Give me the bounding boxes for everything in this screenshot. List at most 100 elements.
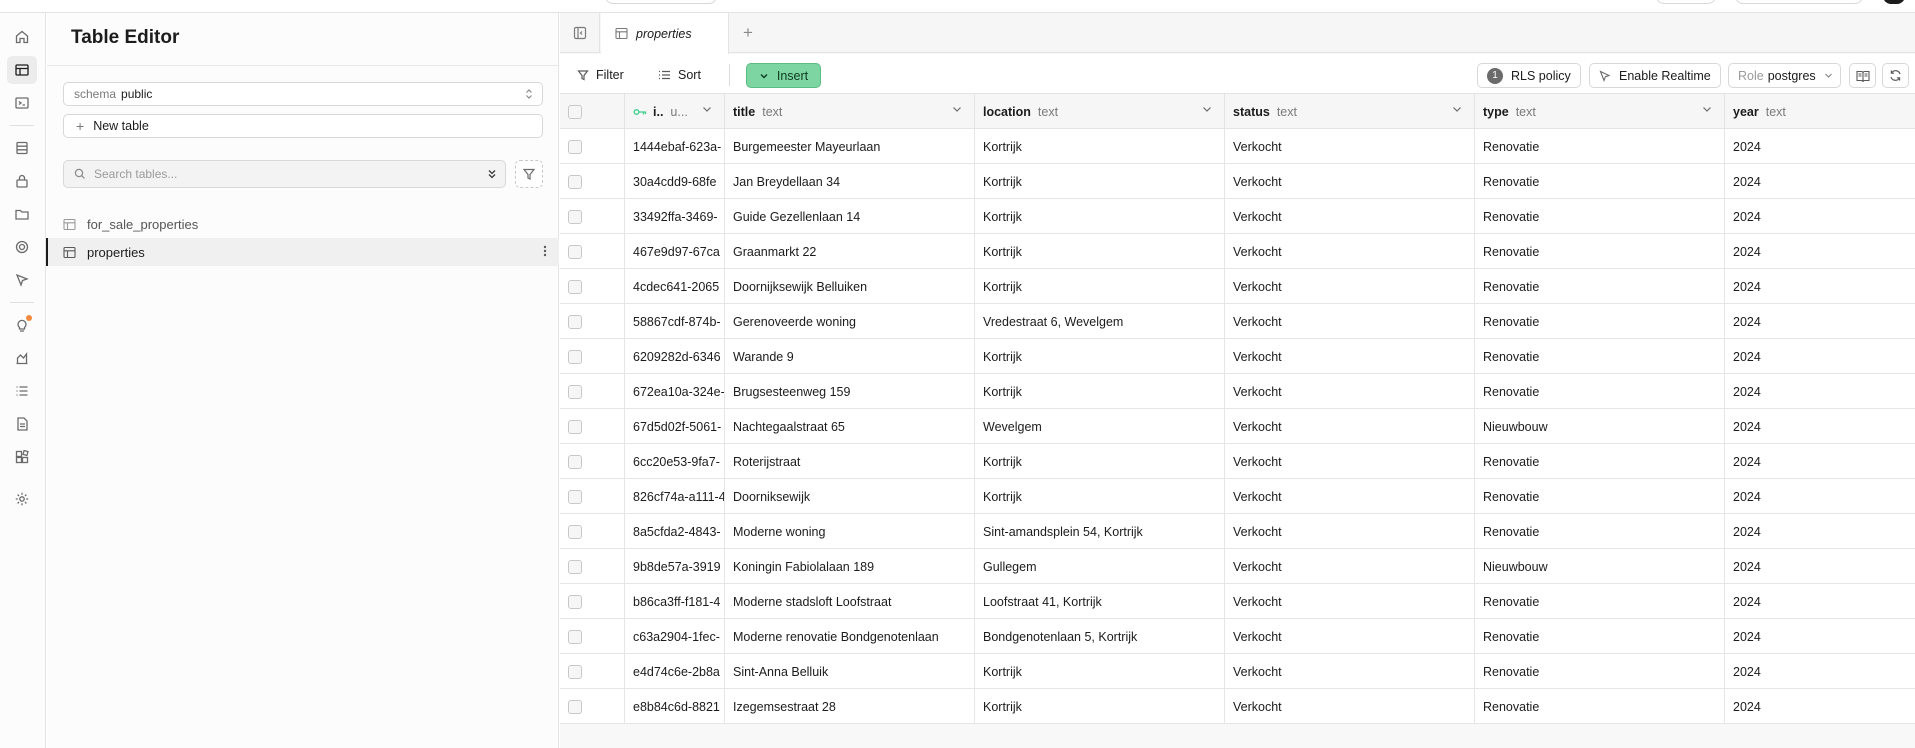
table-row[interactable]: 8a5cfda2-4843- Moderne woning Sint-amandsp… [560, 514, 1915, 549]
cell-title[interactable]: Burgemeester Mayeurlaan [725, 129, 975, 164]
cell-status[interactable]: Verkocht [1225, 689, 1475, 724]
rls-policy-button[interactable]: 1 RLS policy [1477, 63, 1581, 88]
table-row[interactable]: 6cc20e53-9fa7- Roterijstraat Kortrijk Verko… [560, 444, 1915, 479]
table-row[interactable]: 4cdec641-2065 Doornijksewijk Belluiken Kor… [560, 269, 1915, 304]
cell-id[interactable]: 58867cdf-874b- [625, 304, 725, 339]
cell-title[interactable]: Doornijksewijk Belluiken [725, 269, 975, 304]
row-checkbox[interactable] [568, 279, 582, 294]
table-row[interactable]: 67d5d02f-5061- Nachtegaalstraat 65 Wevelge… [560, 409, 1915, 444]
cell-type[interactable]: Renovatie [1475, 689, 1725, 724]
cell-title[interactable]: Roterijstraat [725, 444, 975, 479]
chevrons-down-icon[interactable] [482, 165, 501, 183]
table-row[interactable]: 826cf74a-a111-4 Doorniksewijk Kortrijk Verk… [560, 479, 1915, 514]
role-select[interactable]: Role postgres [1728, 63, 1841, 88]
cell-title[interactable]: Moderne stadsloft Loofstraat [725, 584, 975, 619]
reports-icon[interactable] [7, 344, 37, 372]
cell-year[interactable]: 2024 [1725, 549, 1915, 584]
row-checkbox[interactable] [568, 489, 582, 504]
insert-button[interactable]: Insert [746, 63, 821, 88]
cell-location[interactable]: Kortrijk [975, 234, 1225, 269]
row-checkbox[interactable] [568, 244, 582, 259]
cell-year[interactable]: 2024 [1725, 619, 1915, 654]
table-list-item-active[interactable]: properties [46, 238, 559, 266]
database-icon[interactable] [7, 134, 37, 162]
cell-id[interactable]: 4cdec641-2065 [625, 269, 725, 304]
search-tables-input[interactable]: Search tables... [63, 160, 506, 188]
column-header-status[interactable]: status text [1225, 94, 1475, 129]
cell-status[interactable]: Verkocht [1225, 479, 1475, 514]
auth-icon[interactable] [7, 167, 37, 195]
filter-button[interactable]: Filter [577, 64, 624, 86]
settings-icon[interactable] [7, 485, 37, 513]
cell-location[interactable]: Kortrijk [975, 479, 1225, 514]
cell-location[interactable]: Wevelgem [975, 409, 1225, 444]
collapse-sidebar-button[interactable] [560, 13, 600, 53]
cell-type[interactable]: Renovatie [1475, 584, 1725, 619]
cell-year[interactable]: 2024 [1725, 199, 1915, 234]
table-row[interactable]: 9b8de57a-3919 Koningin Fabiolalaan 189 Gul… [560, 549, 1915, 584]
column-header-id[interactable]: i.. u... [625, 94, 725, 129]
table-row[interactable]: 672ea10a-324e- Brugsesteenweg 159 Kortrijk… [560, 374, 1915, 409]
tab-properties[interactable]: properties [601, 13, 729, 54]
cell-type[interactable]: Renovatie [1475, 234, 1725, 269]
table-row[interactable]: 30a4cdd9-68fe Jan Breydellaan 34 Kortrijk V… [560, 164, 1915, 199]
api-docs-button[interactable] [1849, 63, 1876, 88]
cell-id[interactable]: 6209282d-6346 [625, 339, 725, 374]
more-vertical-icon[interactable] [543, 244, 547, 258]
cell-title[interactable]: Guide Gezellenlaan 14 [725, 199, 975, 234]
refresh-button[interactable] [1882, 63, 1909, 88]
row-checkbox[interactable] [568, 524, 582, 539]
row-checkbox[interactable] [568, 174, 582, 189]
select-all-checkbox[interactable] [568, 104, 582, 119]
table-list-item[interactable]: for_sale_properties [47, 210, 559, 238]
cell-title[interactable]: Brugsesteenweg 159 [725, 374, 975, 409]
cell-location[interactable]: Sint-amandsplein 54, Kortrijk [975, 514, 1225, 549]
chevron-down-icon[interactable] [702, 106, 712, 113]
cell-location[interactable]: Kortrijk [975, 269, 1225, 304]
cell-year[interactable]: 2024 [1725, 444, 1915, 479]
chevron-down-icon[interactable] [1702, 106, 1712, 113]
chevron-down-icon[interactable] [1452, 106, 1462, 113]
cell-status[interactable]: Verkocht [1225, 619, 1475, 654]
avatar[interactable] [1883, 0, 1905, 4]
cell-status[interactable]: Verkocht [1225, 164, 1475, 199]
cell-location[interactable]: Kortrijk [975, 689, 1225, 724]
cell-status[interactable]: Verkocht [1225, 269, 1475, 304]
cell-id[interactable]: 1444ebaf-623a- [625, 129, 725, 164]
cell-year[interactable]: 2024 [1725, 339, 1915, 374]
cell-type[interactable]: Renovatie [1475, 199, 1725, 234]
cell-id[interactable]: b86ca3ff-f181-4 [625, 584, 725, 619]
new-table-button[interactable]: + New table [63, 114, 543, 138]
api-docs-icon[interactable] [7, 410, 37, 438]
cell-id[interactable]: 67d5d02f-5061- [625, 409, 725, 444]
filter-tables-button[interactable] [515, 160, 543, 188]
cell-year[interactable]: 2024 [1725, 689, 1915, 724]
cell-location[interactable]: Gullegem [975, 549, 1225, 584]
cell-type[interactable]: Renovatie [1475, 654, 1725, 689]
sql-editor-icon[interactable] [7, 89, 37, 117]
cell-title[interactable]: Sint-Anna Belluik [725, 654, 975, 689]
cell-status[interactable]: Verkocht [1225, 584, 1475, 619]
column-header-year[interactable]: year text [1725, 94, 1915, 129]
cell-title[interactable]: Moderne renovatie Bondgenotenlaan [725, 619, 975, 654]
header-pill-button[interactable] [1656, 0, 1716, 4]
cell-title[interactable]: Jan Breydellaan 34 [725, 164, 975, 199]
cell-status[interactable]: Verkocht [1225, 374, 1475, 409]
storage-icon[interactable] [7, 200, 37, 228]
cell-status[interactable]: Verkocht [1225, 514, 1475, 549]
realtime-icon[interactable] [7, 266, 37, 294]
cell-id[interactable]: 672ea10a-324e- [625, 374, 725, 409]
cell-location[interactable]: Kortrijk [975, 374, 1225, 409]
cell-id[interactable]: 8a5cfda2-4843- [625, 514, 725, 549]
cell-id[interactable]: 6cc20e53-9fa7- [625, 444, 725, 479]
row-checkbox[interactable] [568, 419, 582, 434]
sort-button[interactable]: Sort [658, 64, 701, 86]
cell-status[interactable]: Verkocht [1225, 199, 1475, 234]
cell-title[interactable]: Gerenoveerde woning [725, 304, 975, 339]
cell-type[interactable]: Renovatie [1475, 514, 1725, 549]
cell-type[interactable]: Renovatie [1475, 479, 1725, 514]
cell-year[interactable]: 2024 [1725, 514, 1915, 549]
cell-year[interactable]: 2024 [1725, 584, 1915, 619]
cell-type[interactable]: Renovatie [1475, 164, 1725, 199]
row-checkbox[interactable] [568, 454, 582, 469]
